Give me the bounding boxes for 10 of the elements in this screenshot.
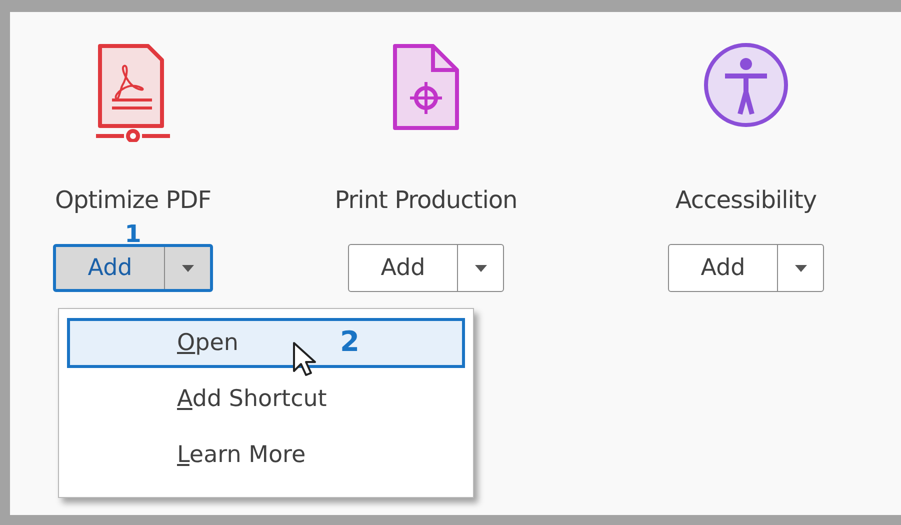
tool-title: Print Production xyxy=(334,186,518,216)
callout-number: 1 xyxy=(124,222,142,244)
menu-item[interactable]: Learn More xyxy=(67,430,465,480)
tool-title: Optimize PDF xyxy=(55,186,211,216)
add-button[interactable]: Add xyxy=(349,245,457,291)
add-button[interactable]: Add xyxy=(669,245,777,291)
menu-item[interactable]: Add Shortcut xyxy=(67,374,465,424)
add-button[interactable]: Add xyxy=(56,247,164,289)
callout-number: 2 xyxy=(340,325,360,358)
tool-title: Accessibility xyxy=(675,186,817,216)
